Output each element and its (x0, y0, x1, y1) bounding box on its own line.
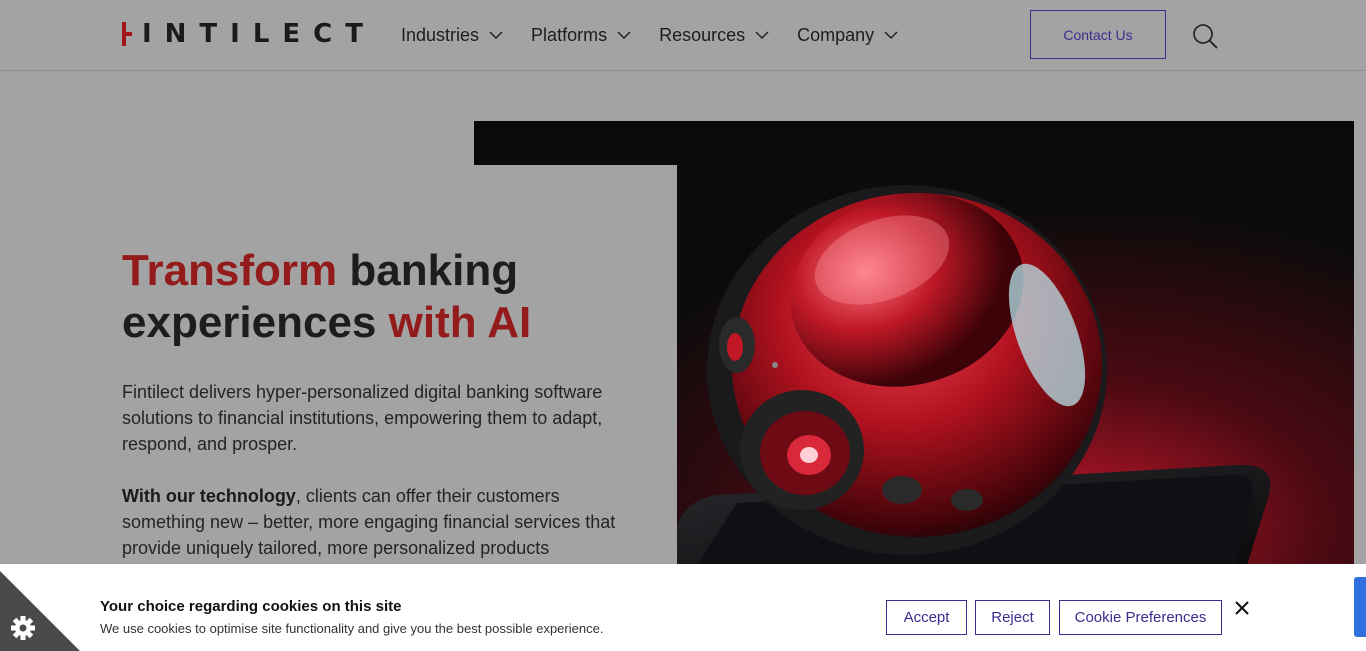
reject-cookies-button[interactable]: Reject (975, 600, 1050, 635)
chevron-down-icon (489, 31, 503, 39)
accept-cookies-button[interactable]: Accept (886, 600, 967, 635)
nav-label: Platforms (531, 24, 608, 45)
headline-accent: with AI (388, 298, 532, 347)
hero-paragraph-2: With our technology, clients can offer t… (122, 483, 632, 561)
chevron-down-icon (884, 31, 898, 39)
headline-accent: Transform (122, 246, 338, 295)
chevron-down-icon (617, 31, 631, 39)
nav-company[interactable]: Company (797, 22, 898, 48)
side-feedback-tab[interactable] (1354, 577, 1366, 637)
nav-label: Industries (401, 24, 480, 45)
nav-platforms[interactable]: Platforms (531, 22, 631, 48)
logo-mark-icon (122, 22, 134, 46)
nav-resources[interactable]: Resources (659, 22, 769, 48)
hero-edge (1354, 121, 1366, 566)
search-icon[interactable] (1191, 22, 1219, 50)
paragraph-bold: With our technology (122, 486, 296, 506)
main-nav: Industries Platforms Resources Company (401, 22, 898, 48)
headline-text: experiences (122, 298, 389, 347)
headline-text: banking (337, 246, 519, 295)
hero-paragraph-1: Fintilect delivers hyper-personalized di… (122, 382, 603, 454)
chevron-down-icon (755, 31, 769, 39)
cookie-preferences-button[interactable]: Cookie Preferences (1059, 600, 1222, 635)
nav-label: Company (797, 24, 875, 45)
cookie-title: Your choice regarding cookies on this si… (100, 598, 402, 615)
hero-headline: Transform banking experiences with AI (122, 245, 642, 349)
nav-industries[interactable]: Industries (401, 22, 503, 48)
red-ai-sphere-illustration (677, 165, 1354, 565)
hero-image (677, 165, 1354, 565)
contact-us-button[interactable]: Contact Us (1030, 10, 1166, 59)
fintilect-logo[interactable]: INTILECT (122, 21, 376, 47)
close-icon[interactable] (1233, 599, 1251, 617)
cookie-settings-icon[interactable] (0, 571, 80, 651)
site-header: INTILECT Industries Platforms Resources … (0, 0, 1366, 71)
logo-text: INTILECT (142, 19, 376, 49)
nav-label: Resources (659, 24, 746, 45)
hero-accent-block (474, 121, 1366, 165)
cookie-description: We use cookies to optimise site function… (100, 621, 604, 636)
